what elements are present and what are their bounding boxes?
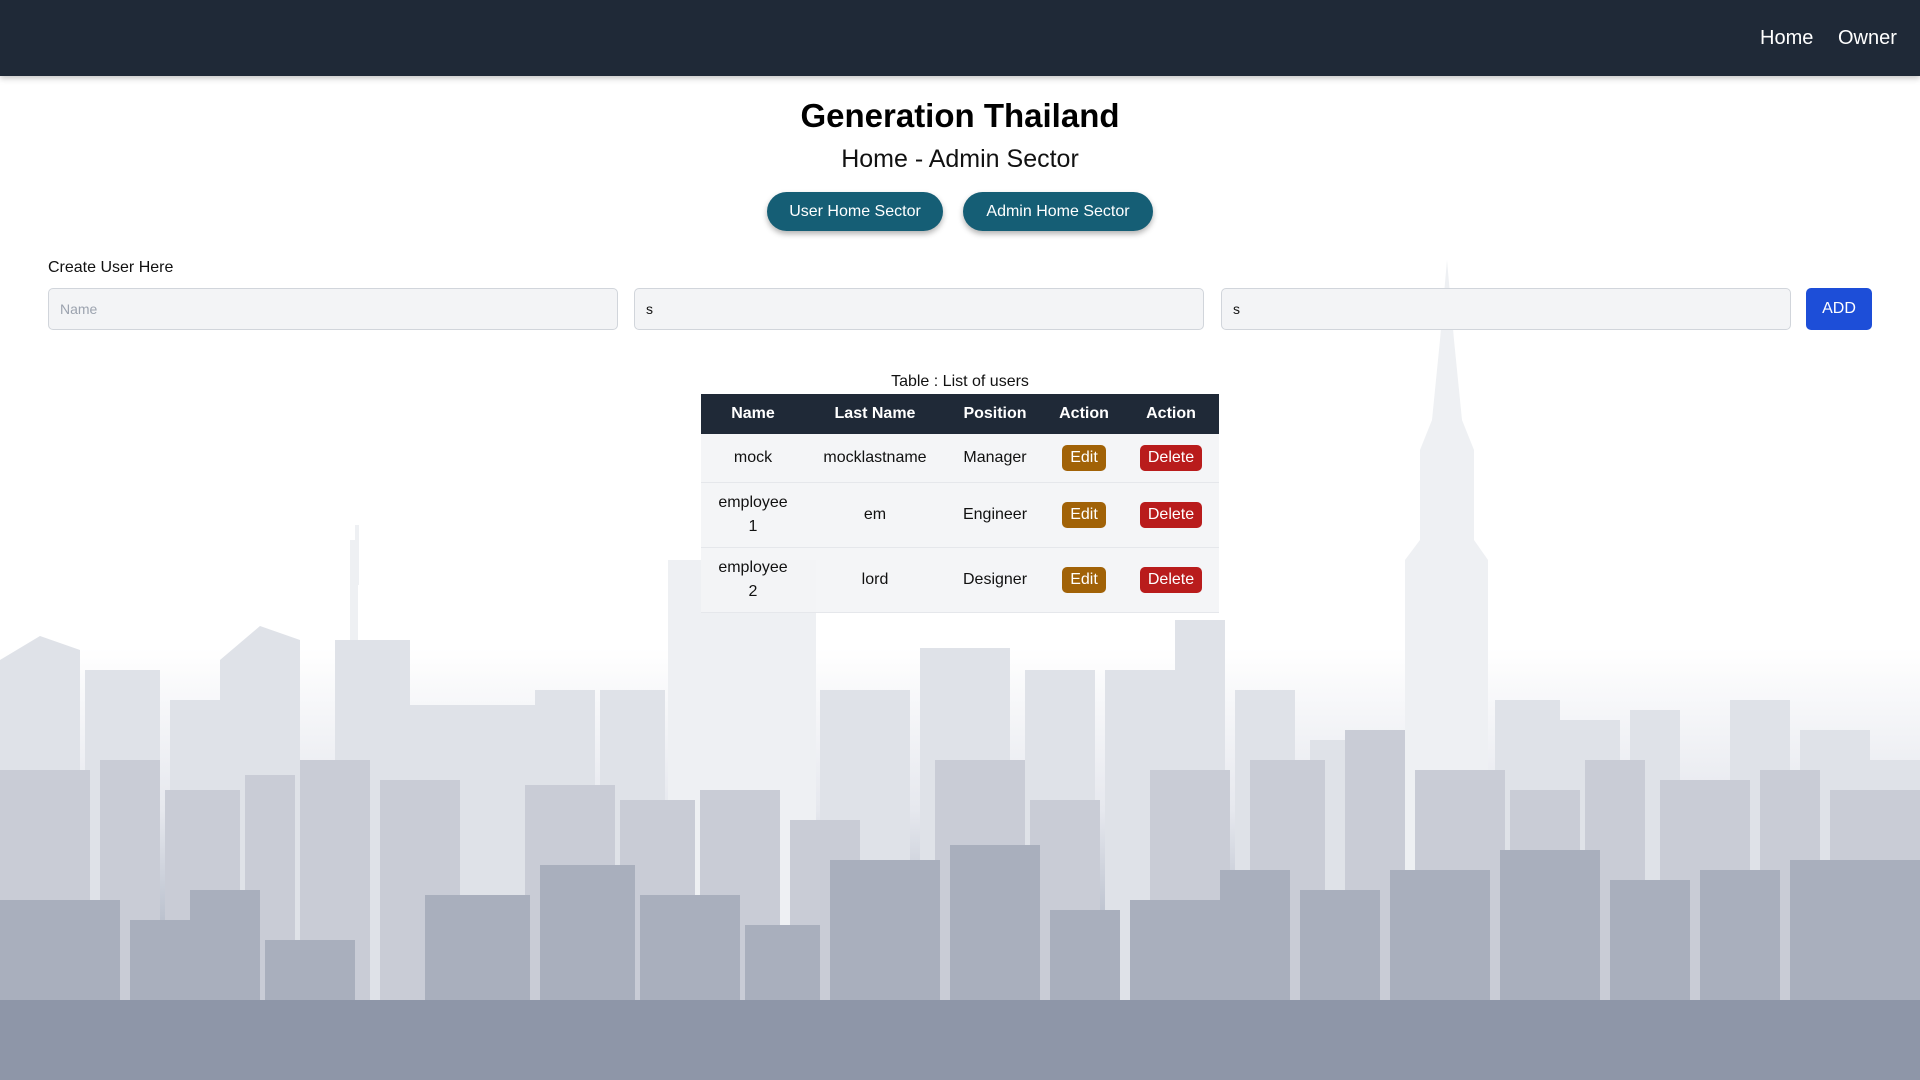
table-row: mock mocklastname Manager Edit Delete [701, 434, 1219, 483]
edit-button[interactable]: Edit [1062, 566, 1106, 593]
edit-button[interactable]: Edit [1062, 501, 1106, 528]
table-header-row: Name Last Name Position Action Action [701, 394, 1219, 434]
nav-link-home[interactable]: Home [1760, 27, 1813, 50]
nav-link-owner[interactable]: Owner [1838, 27, 1897, 50]
cell-delete: Delete [1123, 434, 1219, 483]
cell-delete: Delete [1123, 482, 1219, 548]
cell-position: Designer [945, 547, 1045, 613]
header-action-delete: Action [1123, 394, 1219, 434]
cell-position: Engineer [945, 482, 1045, 548]
cell-last-name: em [805, 482, 945, 548]
name-input[interactable] [48, 288, 618, 330]
admin-home-sector-button[interactable]: Admin Home Sector [963, 192, 1153, 231]
main-content: Generation Thailand Home - Admin Sector … [0, 0, 1920, 1080]
top-navbar: Home Owner [0, 0, 1920, 76]
add-user-button[interactable]: ADD [1806, 288, 1872, 330]
edit-button[interactable]: Edit [1062, 444, 1106, 471]
delete-button[interactable]: Delete [1139, 444, 1203, 471]
page-title: Generation Thailand [800, 97, 1120, 134]
cell-name: employee 1 [701, 482, 805, 548]
header-last-name: Last Name [805, 394, 945, 434]
cell-name: employee 2 [701, 547, 805, 613]
delete-button[interactable]: Delete [1139, 501, 1203, 528]
table-row: employee 1 em Engineer Edit Delete [701, 482, 1219, 548]
delete-button[interactable]: Delete [1139, 566, 1203, 593]
table-row: employee 2 lord Designer Edit Delete [701, 547, 1219, 613]
cell-position: Manager [945, 434, 1045, 483]
header-name: Name [701, 394, 805, 434]
lastname-input[interactable] [634, 288, 1204, 330]
cell-delete: Delete [1123, 547, 1219, 613]
cell-edit: Edit [1045, 482, 1123, 548]
cell-edit: Edit [1045, 547, 1123, 613]
create-user-label: Create User Here [48, 259, 174, 276]
position-input[interactable] [1221, 288, 1791, 330]
cell-last-name: mocklastname [805, 434, 945, 483]
user-home-sector-button[interactable]: User Home Sector [767, 192, 943, 231]
cell-edit: Edit [1045, 434, 1123, 483]
header-action-edit: Action [1045, 394, 1123, 434]
users-table: Name Last Name Position Action Action mo… [701, 394, 1219, 613]
table-caption: Table : List of users [891, 373, 1029, 390]
page-subtitle: Home - Admin Sector [841, 145, 1079, 173]
cell-name: mock [701, 434, 805, 483]
header-position: Position [945, 394, 1045, 434]
cell-last-name: lord [805, 547, 945, 613]
